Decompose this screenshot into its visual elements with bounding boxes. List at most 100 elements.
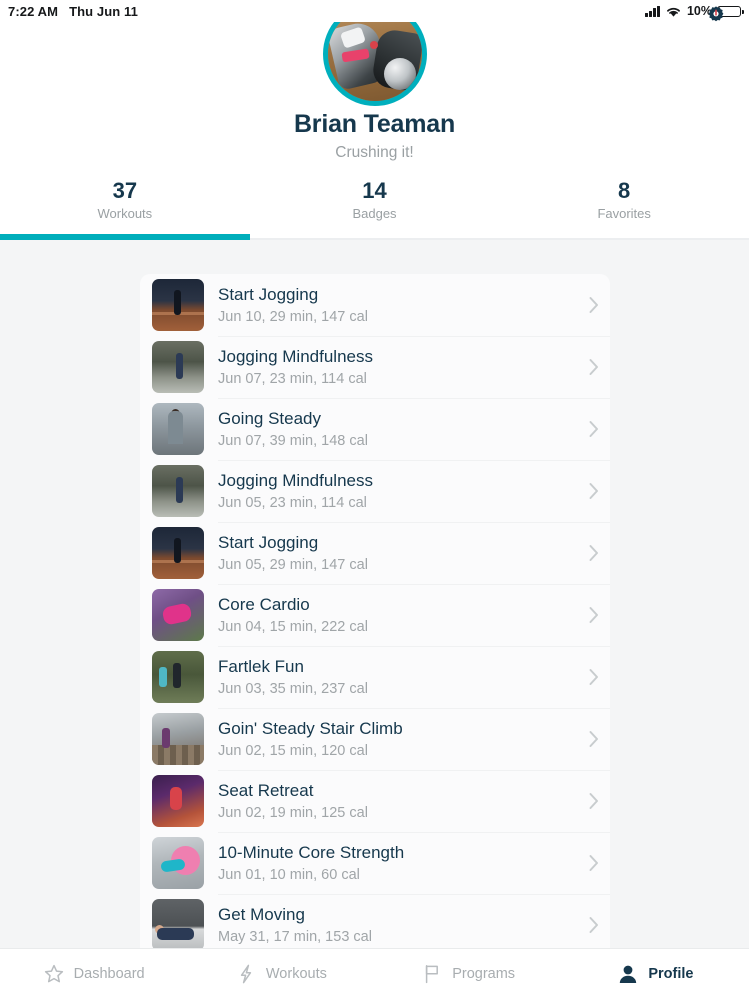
workout-title: Start Jogging — [218, 285, 319, 304]
chevron-right-icon[interactable] — [578, 479, 610, 503]
workout-meta: Jun 07, 39 min, 148 cal — [218, 433, 368, 449]
workout-thumbnail — [152, 713, 204, 765]
workout-title: Get Moving — [218, 905, 305, 924]
nav-label-profile: Profile — [648, 966, 694, 982]
workout-text: Start Jogging Jun 05, 29 min, 147 cal — [218, 532, 578, 574]
workout-title: Jogging Mindfulness — [218, 347, 373, 366]
workout-list[interactable]: Start Jogging Jun 10, 29 min, 147 cal Jogg… — [140, 274, 610, 950]
person-icon — [617, 963, 639, 985]
active-tab-indicator — [0, 234, 250, 240]
chevron-right-icon[interactable] — [578, 293, 610, 317]
workout-title: Start Jogging — [218, 533, 319, 552]
workout-thumbnail — [152, 651, 204, 703]
nav-label-dashboard: Dashboard — [73, 966, 145, 982]
workout-title: 10-Minute Core Strength — [218, 843, 405, 862]
list-item[interactable]: Start Jogging Jun 05, 29 min, 147 cal — [140, 522, 610, 584]
profile-header: Brian Teaman Crushing it! 37 Workouts 14… — [0, 0, 749, 240]
tab-badges[interactable]: 14 Badges — [250, 178, 500, 240]
workout-title: Jogging Mindfulness — [218, 471, 373, 490]
status-bar-right: 10% — [645, 4, 744, 22]
stat-label-favorites: Favorites — [597, 206, 651, 221]
bottom-nav: Dashboard Workouts Programs Profile — [0, 948, 749, 999]
chevron-right-icon[interactable] — [578, 789, 610, 813]
workout-text: Going Steady Jun 07, 39 min, 148 cal — [218, 408, 578, 450]
stat-value-workouts: 37 — [112, 178, 138, 203]
workout-title: Goin' Steady Stair Climb — [218, 719, 403, 738]
workout-thumbnail — [152, 589, 204, 641]
gear-icon[interactable] — [706, 5, 726, 25]
workout-meta: Jun 02, 15 min, 120 cal — [218, 743, 368, 759]
workout-meta: Jun 05, 23 min, 114 cal — [218, 495, 367, 511]
nav-label-workouts: Workouts — [265, 966, 327, 982]
chevron-right-icon[interactable] — [578, 851, 610, 875]
workout-meta: Jun 02, 19 min, 125 cal — [218, 805, 368, 821]
workout-thumbnail — [152, 341, 204, 393]
chevron-right-icon[interactable] — [578, 603, 610, 627]
workout-thumbnail — [152, 279, 204, 331]
chevron-right-icon[interactable] — [578, 541, 610, 565]
nav-item-programs[interactable]: Programs — [375, 963, 562, 985]
workout-text: Start Jogging Jun 10, 29 min, 147 cal — [218, 284, 578, 326]
chevron-right-icon[interactable] — [578, 417, 610, 441]
list-item[interactable]: Get Moving May 31, 17 min, 153 cal — [140, 894, 610, 950]
list-item[interactable]: Core Cardio Jun 04, 15 min, 222 cal — [140, 584, 610, 646]
tab-workouts[interactable]: 37 Workouts — [0, 178, 250, 240]
workout-text: Core Cardio Jun 04, 15 min, 222 cal — [218, 594, 578, 636]
chevron-right-icon[interactable] — [578, 355, 610, 379]
tab-favorites[interactable]: 8 Favorites — [499, 178, 749, 240]
nav-item-profile[interactable]: Profile — [562, 963, 749, 985]
workout-text: Fartlek Fun Jun 03, 35 min, 237 cal — [218, 656, 578, 698]
list-item[interactable]: Fartlek Fun Jun 03, 35 min, 237 cal — [140, 646, 610, 708]
workout-thumbnail — [152, 775, 204, 827]
workout-thumbnail — [152, 899, 204, 950]
list-item[interactable]: Seat Retreat Jun 02, 19 min, 125 cal — [140, 770, 610, 832]
status-time: 7:22 AM — [8, 3, 59, 19]
stat-label-workouts: Workouts — [97, 206, 153, 221]
workout-meta: Jun 01, 10 min, 60 cal — [218, 867, 360, 883]
flag-icon — [421, 963, 443, 985]
workout-thumbnail — [152, 403, 204, 455]
workout-thumbnail — [152, 527, 204, 579]
page-title: Brian Teaman — [293, 110, 456, 138]
workout-text: Jogging Mindfulness Jun 07, 23 min, 114 c… — [218, 346, 578, 388]
list-item[interactable]: Start Jogging Jun 10, 29 min, 147 cal — [140, 274, 610, 336]
list-item[interactable]: Going Steady Jun 07, 39 min, 148 cal — [140, 398, 610, 460]
nav-item-dashboard[interactable]: Dashboard — [0, 963, 187, 985]
workout-title: Core Cardio — [218, 595, 310, 614]
workout-text: Get Moving May 31, 17 min, 153 cal — [218, 904, 578, 946]
list-item[interactable]: Jogging Mindfulness Jun 07, 23 min, 114 c… — [140, 336, 610, 398]
workout-thumbnail — [152, 837, 204, 889]
signal-bars-icon — [645, 5, 660, 17]
status-bar-left: 7:22 AM Thu Jun 11 — [8, 4, 138, 19]
list-item[interactable]: 10-Minute Core Strength Jun 01, 10 min, 6… — [140, 832, 610, 894]
status-date: Thu Jun 11 — [69, 3, 138, 19]
workout-text: 10-Minute Core Strength Jun 01, 10 min, 6… — [218, 842, 578, 884]
lightning-bolt-icon — [235, 963, 257, 985]
status-bar: 7:22 AM Thu Jun 11 10% — [0, 0, 749, 22]
list-item[interactable]: Goin' Steady Stair Climb Jun 02, 15 min, … — [140, 708, 610, 770]
stat-label-badges: Badges — [352, 206, 397, 221]
workout-text: Jogging Mindfulness Jun 05, 23 min, 114 c… — [218, 470, 578, 512]
workout-thumbnail — [152, 465, 204, 517]
chevron-right-icon[interactable] — [578, 665, 610, 689]
profile-tagline: Crushing it! — [335, 144, 414, 161]
workout-meta: Jun 05, 29 min, 147 cal — [218, 557, 368, 573]
chevron-right-icon[interactable] — [578, 727, 610, 751]
workout-title: Fartlek Fun — [218, 657, 304, 676]
list-item[interactable]: Jogging Mindfulness Jun 05, 23 min, 114 c… — [140, 460, 610, 522]
workout-title: Going Steady — [218, 409, 322, 428]
workout-text: Goin' Steady Stair Climb Jun 02, 15 min, … — [218, 718, 578, 760]
wifi-icon — [665, 5, 682, 18]
workout-meta: Jun 04, 15 min, 222 cal — [218, 619, 368, 635]
nav-item-workouts[interactable]: Workouts — [187, 963, 374, 985]
stats-tabs: 37 Workouts 14 Badges 8 Favorites — [0, 178, 749, 240]
star-icon — [43, 963, 65, 985]
workout-meta: May 31, 17 min, 153 cal — [218, 929, 372, 945]
nav-label-programs: Programs — [452, 966, 516, 982]
workout-meta: Jun 03, 35 min, 237 cal — [218, 681, 368, 697]
stat-value-favorites: 8 — [618, 178, 631, 203]
stat-value-badges: 14 — [362, 178, 387, 203]
workout-text: Seat Retreat Jun 02, 19 min, 125 cal — [218, 780, 578, 822]
workout-meta: Jun 07, 23 min, 114 cal — [218, 371, 367, 387]
chevron-right-icon[interactable] — [578, 913, 610, 937]
